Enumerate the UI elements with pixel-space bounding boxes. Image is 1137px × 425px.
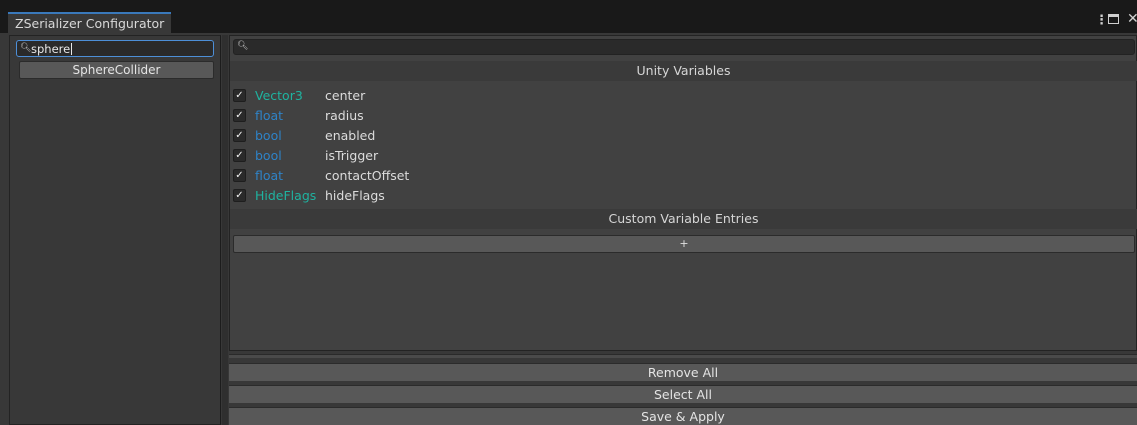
variable-checkbox[interactable]: ✓ — [233, 169, 246, 182]
unity-variables-header: Unity Variables — [230, 61, 1137, 81]
variable-type: float — [255, 168, 284, 183]
variable-checkbox[interactable]: ✓ — [233, 149, 246, 162]
variable-name: center — [325, 88, 366, 103]
add-custom-entry-button[interactable]: + — [233, 235, 1135, 253]
save-apply-button[interactable]: Save & Apply — [229, 407, 1137, 425]
variable-name: contactOffset — [325, 168, 410, 183]
custom-variables-header: Custom Variable Entries — [230, 209, 1137, 229]
window-tab[interactable]: ZSerializer Configurator — [8, 12, 171, 33]
variable-checkbox[interactable]: ✓ — [233, 189, 246, 202]
window-tabstrip: ZSerializer Configurator ⋮ ✕ — [0, 0, 1137, 33]
variable-search-input[interactable]: 🔍︎ — [233, 39, 1135, 55]
variable-type: bool — [255, 128, 282, 143]
class-search-input[interactable]: 🔍︎ sphere — [16, 40, 214, 57]
remove-all-button[interactable]: Remove All — [229, 363, 1137, 381]
variable-row: ✓ bool isTrigger — [233, 145, 1133, 165]
close-icon[interactable]: ✕ — [1127, 11, 1137, 27]
variable-checkbox[interactable]: ✓ — [233, 129, 246, 142]
variable-checkbox[interactable]: ✓ — [233, 89, 246, 102]
text-caret — [71, 43, 72, 55]
variable-row: ✓ HideFlags hideFlags — [233, 185, 1133, 205]
class-search-value: sphere — [31, 42, 71, 56]
variable-name: radius — [325, 108, 364, 123]
variable-checkbox[interactable]: ✓ — [233, 109, 246, 122]
horizontal-scrollbar[interactable] — [229, 354, 1137, 358]
select-all-button[interactable]: Select All — [229, 385, 1137, 403]
search-icon: 🔍︎ — [237, 41, 249, 51]
variable-name: enabled — [325, 128, 376, 143]
class-button-spherecollider[interactable]: SphereCollider — [19, 61, 214, 79]
variable-name: isTrigger — [325, 148, 379, 163]
panel-splitter[interactable] — [222, 35, 228, 425]
maximize-icon[interactable] — [1108, 14, 1119, 24]
variable-type: HideFlags — [255, 188, 317, 203]
kebab-icon[interactable]: ⋮ — [1095, 13, 1108, 28]
variable-type: Vector3 — [255, 88, 303, 103]
variable-row: ✓ bool enabled — [233, 125, 1133, 145]
variable-type: bool — [255, 148, 282, 163]
variable-type: float — [255, 108, 284, 123]
variable-row: ✓ float contactOffset — [233, 165, 1133, 185]
search-icon: 🔍︎ — [20, 43, 32, 53]
variable-row: ✓ Vector3 center — [233, 85, 1133, 105]
class-list-panel — [9, 35, 221, 425]
variable-row: ✓ float radius — [233, 105, 1133, 125]
variable-name: hideFlags — [325, 188, 385, 203]
